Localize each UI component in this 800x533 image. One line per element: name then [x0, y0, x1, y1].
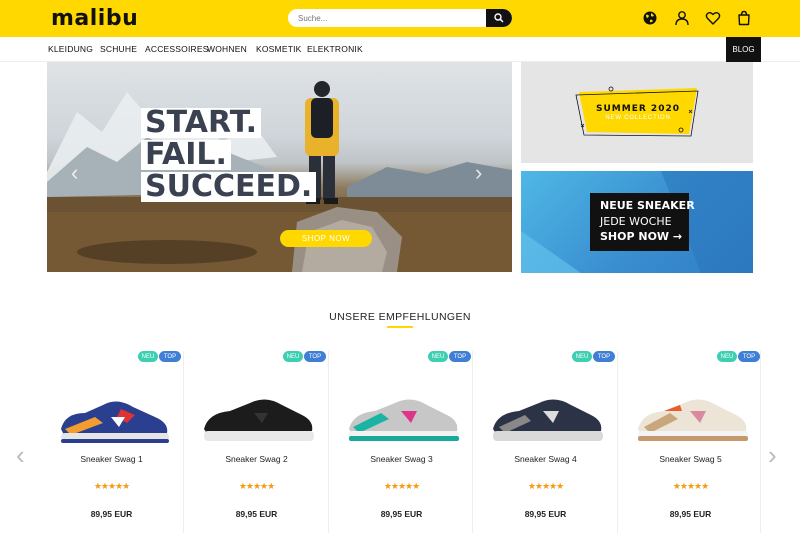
badge-new: NEU [572, 351, 592, 362]
hero-headline-3: SUCCEED. [141, 172, 317, 202]
sneaker-line-2: JEDE WOCHE [600, 215, 672, 228]
hero-headline-1: START. [141, 108, 262, 138]
product-price: 89,95 EUR [235, 509, 278, 519]
badge-top: TOP [304, 351, 326, 362]
sneaker-line-1: NEUE SNEAKER [600, 199, 695, 212]
product-image[interactable] [630, 383, 750, 445]
nav-item-accessoires[interactable]: ACCESSOIRES [145, 44, 209, 54]
hero-banner[interactable]: START. FAIL. SUCCEED. SHOP NOW ‹ › [47, 62, 512, 272]
product-name[interactable]: Sneaker Swag 3 [329, 454, 474, 464]
product-image[interactable] [196, 383, 316, 445]
rating-stars: ★★★★★ [93, 481, 130, 491]
product-price: 89,95 EUR [90, 509, 133, 519]
user-icon[interactable] [674, 10, 690, 26]
summer-title: SUMMER 2020 [596, 104, 680, 114]
badge-top: TOP [159, 351, 181, 362]
rating-stars: ★★★★★ [238, 481, 275, 491]
product-name[interactable]: Sneaker Swag 4 [473, 454, 618, 464]
main-nav: KLEIDUNG SCHUHE ACCESSOIRES WOHNEN KOSME… [0, 37, 800, 62]
badge-new: NEU [138, 351, 158, 362]
globe-icon[interactable] [642, 10, 658, 26]
badge-top: TOP [593, 351, 615, 362]
nav-item-wohnen[interactable]: WOHNEN [207, 44, 247, 54]
rating-stars: ★★★★★ [527, 481, 564, 491]
promo-summer-banner[interactable]: SUMMER 2020 NEW COLLECTION [521, 62, 753, 163]
product-price: 89,95 EUR [524, 509, 567, 519]
nav-item-kosmetik[interactable]: KOSMETIK [256, 44, 302, 54]
product-card-5[interactable]: NEU TOP Sneaker Swag 5 ★★★★★ 89,95 EUR [618, 351, 763, 533]
product-name[interactable]: Sneaker Swag 5 [618, 454, 763, 464]
product-card-4[interactable]: NEU TOP Sneaker Swag 4 ★★★★★ 89,95 EUR [473, 351, 618, 533]
carousel-prev-arrow-icon[interactable]: ‹ [16, 440, 25, 471]
product-name[interactable]: Sneaker Swag 2 [184, 454, 329, 464]
rating-stars: ★★★★★ [383, 481, 420, 491]
heart-icon[interactable] [705, 10, 721, 26]
search-button[interactable] [486, 9, 512, 27]
sneaker-shop-now-link[interactable]: SHOP NOW → [600, 230, 682, 243]
badge-new: NEU [428, 351, 448, 362]
top-header: malibu [0, 0, 800, 37]
product-image[interactable] [51, 383, 171, 445]
search-bar [288, 9, 512, 27]
rating-stars: ★★★★★ [672, 481, 709, 491]
product-name[interactable]: Sneaker Swag 1 [39, 454, 184, 464]
section-title-underline [387, 326, 413, 328]
product-image[interactable] [485, 383, 605, 445]
search-input[interactable] [298, 9, 483, 27]
hero-headline-2: FAIL. [141, 140, 231, 170]
nav-item-elektronik[interactable]: ELEKTRONIK [307, 44, 363, 54]
badge-new: NEU [283, 351, 303, 362]
section-title: UNSERE EMPFEHLUNGEN [329, 311, 471, 323]
hero-prev-arrow-icon[interactable]: ‹ [71, 160, 78, 186]
summer-subtitle: NEW COLLECTION [605, 115, 671, 121]
hero-shop-now-button[interactable]: SHOP NOW [280, 230, 372, 247]
product-price: 89,95 EUR [669, 509, 712, 519]
product-card-1[interactable]: NEU TOP Sneaker Swag 1 ★★★★★ 89,95 EUR [39, 351, 184, 533]
product-price: 89,95 EUR [380, 509, 423, 519]
badge-top: TOP [449, 351, 471, 362]
logo[interactable]: malibu [51, 6, 138, 31]
nav-item-kleidung[interactable]: KLEIDUNG [48, 44, 93, 54]
product-image[interactable] [341, 383, 461, 445]
product-card-2[interactable]: NEU TOP Sneaker Swag 2 ★★★★★ 89,95 EUR [184, 351, 329, 533]
search-icon [494, 13, 504, 23]
product-card-3[interactable]: NEU TOP Sneaker Swag 3 ★★★★★ 89,95 EUR [329, 351, 474, 533]
badge-new: NEU [717, 351, 737, 362]
bag-icon[interactable] [736, 10, 752, 26]
promo-sneaker-banner[interactable]: NEUE SNEAKER JEDE WOCHE SHOP NOW → [521, 171, 753, 273]
badge-top: TOP [738, 351, 760, 362]
carousel-next-arrow-icon[interactable]: › [768, 440, 777, 471]
blog-button[interactable]: BLOG [726, 37, 761, 62]
nav-item-schuhe[interactable]: SCHUHE [100, 44, 137, 54]
hero-next-arrow-icon[interactable]: › [475, 160, 482, 186]
